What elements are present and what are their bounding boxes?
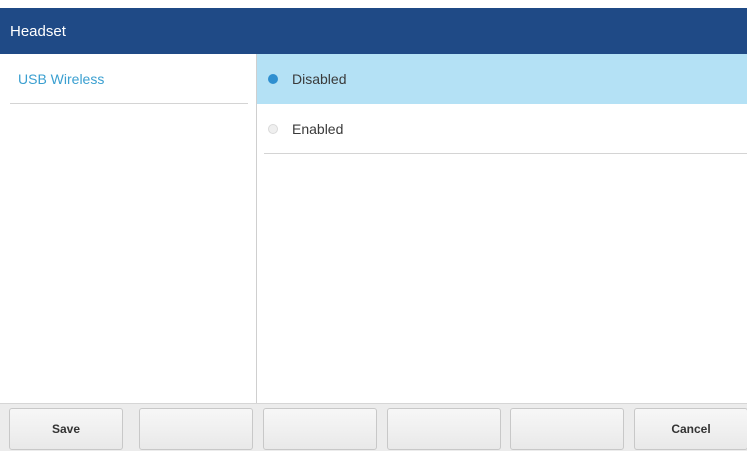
- headset-settings-screen: Headset USB Wireless Disabled Enabled Sa…: [0, 0, 747, 451]
- option-disabled[interactable]: Disabled: [257, 54, 747, 104]
- title-bar: Headset: [0, 8, 747, 54]
- softkey-3-button[interactable]: [263, 408, 377, 450]
- softkey-5-button[interactable]: [510, 408, 624, 450]
- category-item-label: USB Wireless: [18, 70, 105, 87]
- radio-selected-icon[interactable]: [268, 74, 278, 84]
- softkey-bar: Save Cancel: [0, 403, 747, 451]
- softkey-label: Cancel: [671, 422, 711, 436]
- softkey-4-button[interactable]: [387, 408, 501, 450]
- page-title: Headset: [10, 22, 66, 40]
- option-label: Disabled: [292, 71, 347, 87]
- save-button[interactable]: Save: [9, 408, 123, 450]
- option-enabled[interactable]: Enabled: [264, 104, 747, 154]
- option-list: Disabled Enabled: [257, 54, 747, 403]
- category-list: USB Wireless: [0, 54, 257, 403]
- softkey-label: Save: [51, 422, 81, 436]
- softkey-2-button[interactable]: [139, 408, 253, 450]
- radio-unselected-icon[interactable]: [268, 123, 278, 134]
- option-label: Enabled: [292, 120, 344, 137]
- category-item-usb-wireless[interactable]: USB Wireless: [10, 54, 248, 104]
- cancel-button[interactable]: Cancel: [634, 408, 747, 450]
